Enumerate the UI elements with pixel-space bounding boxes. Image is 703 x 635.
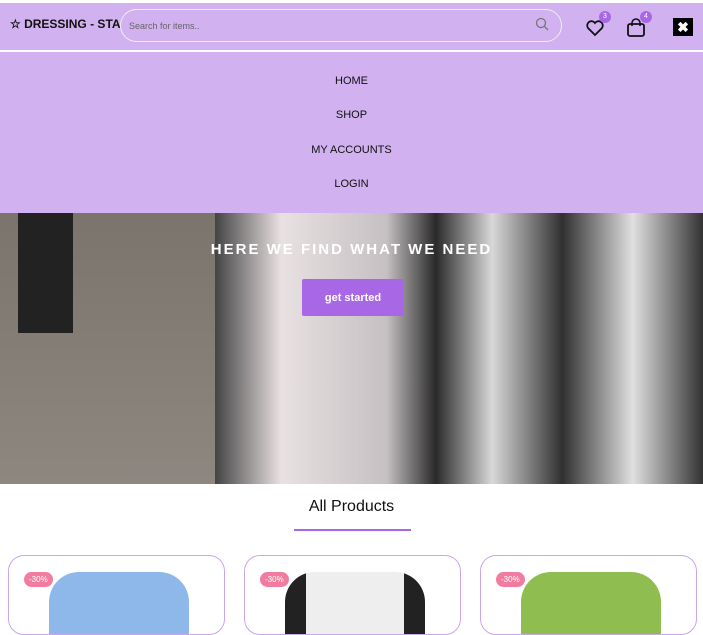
- wishlist-count: 3: [599, 11, 611, 23]
- hero-image-tie: [18, 213, 73, 333]
- product-card[interactable]: -30%: [8, 555, 225, 635]
- nav-login[interactable]: LOGIN: [0, 178, 703, 190]
- nav-my-accounts[interactable]: MY ACCOUNTS: [0, 144, 703, 156]
- header: ☆ DRESSING - STAR Search for items.. 3 4…: [0, 0, 703, 50]
- section-title: All Products: [308, 498, 395, 515]
- search-placeholder: Search for items..: [129, 21, 200, 31]
- product-image[interactable]: [285, 572, 425, 634]
- product-card[interactable]: -30%: [244, 555, 461, 635]
- cart-count: 4: [640, 11, 652, 23]
- discount-badge: -30%: [496, 572, 525, 587]
- product-image[interactable]: [521, 572, 661, 634]
- wishlist-button[interactable]: 3: [585, 11, 611, 38]
- section-underline: [294, 529, 411, 531]
- discount-badge: -30%: [24, 572, 53, 587]
- close-menu-button[interactable]: ✖: [673, 18, 693, 36]
- cart-button[interactable]: 4: [626, 11, 652, 38]
- hero-title: HERE WE FIND WHAT WE NEED: [210, 241, 493, 258]
- product-card[interactable]: -30%: [480, 555, 697, 635]
- logo[interactable]: ☆ DRESSING - STAR: [10, 17, 129, 31]
- search-input[interactable]: Search for items..: [120, 9, 562, 42]
- search-icon[interactable]: [535, 17, 549, 31]
- nav-home[interactable]: HOME: [0, 75, 703, 87]
- product-image[interactable]: [49, 572, 189, 634]
- nav-menu: HOME SHOP MY ACCOUNTS LOGIN: [0, 52, 703, 213]
- get-started-button[interactable]: get started: [302, 279, 404, 316]
- nav-shop[interactable]: SHOP: [0, 109, 703, 121]
- discount-badge: -30%: [260, 572, 289, 587]
- hero-banner: HERE WE FIND WHAT WE NEED get started: [0, 213, 703, 484]
